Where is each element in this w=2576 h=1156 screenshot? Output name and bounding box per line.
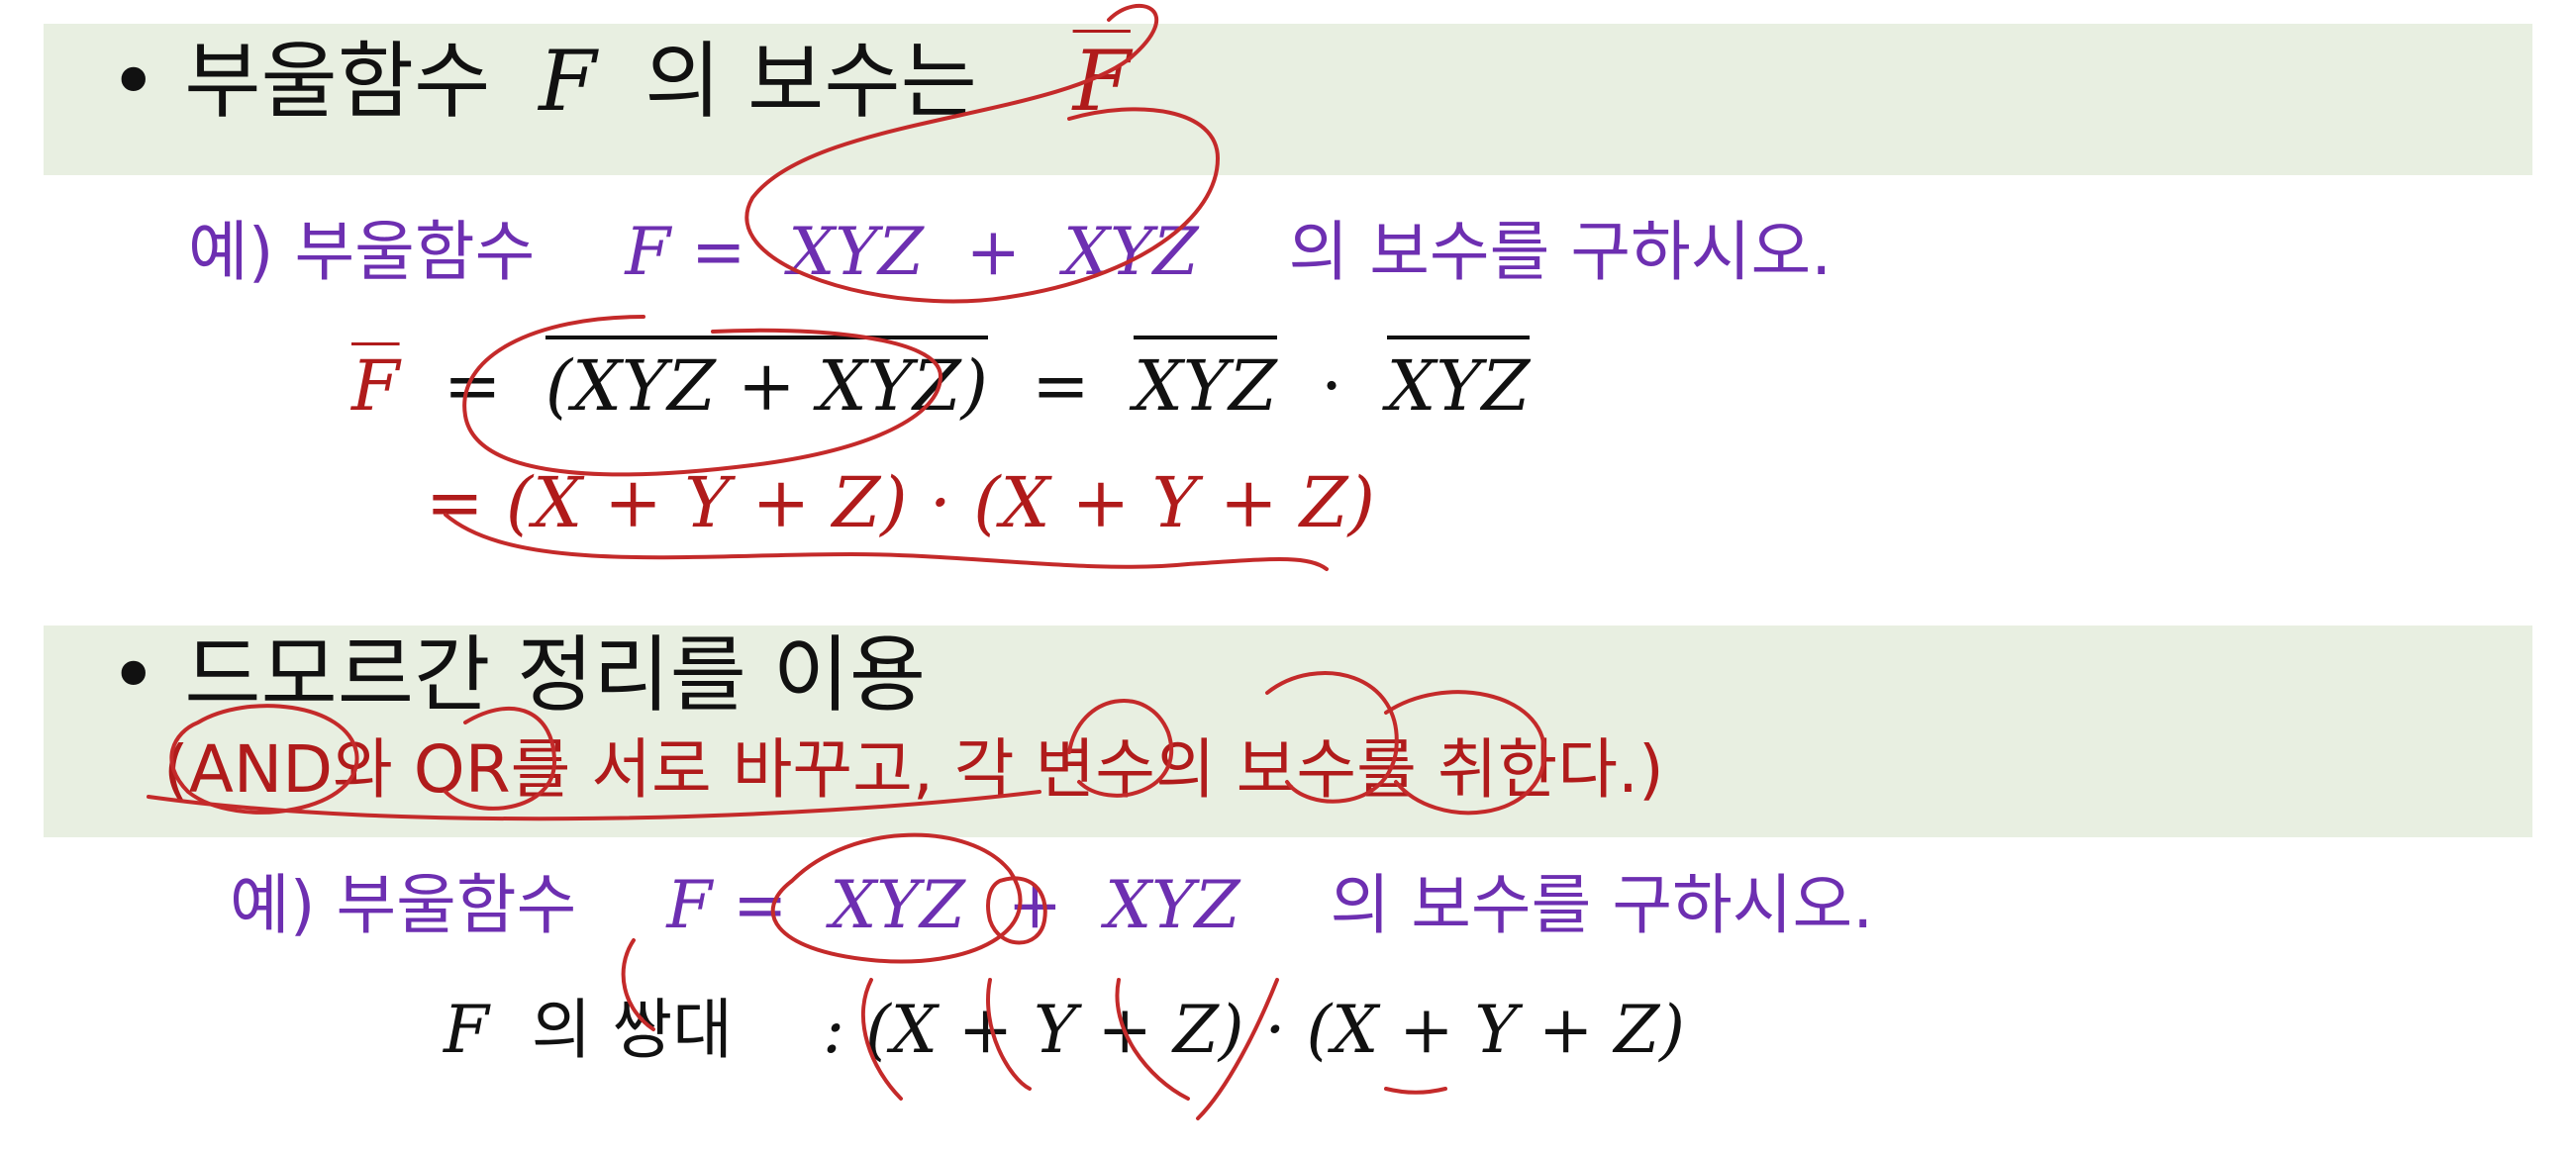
- example-1: 예) 부울함수 F = XYZ + XYZ 의 보수를 구하시오.: [188, 220, 1832, 285]
- heading-de-morgan: • 드모르간 정리를 이용: [109, 633, 926, 717]
- dual-var: F: [444, 992, 489, 1068]
- derivation-lhs: F: [351, 345, 400, 427]
- dual-label: 의 쌍대: [531, 992, 733, 1068]
- ink-dual-underline: [1384, 1087, 1447, 1095]
- expr-term-2: XYZ: [1063, 214, 1199, 290]
- dual-line: F 의 쌍대 : (X + Y + Z) · (X + Y + Z): [444, 998, 1685, 1063]
- derivation-eq-2: =: [1032, 345, 1090, 427]
- derivation-line-1: F = (XYZ + XYZ) = XYZ · XYZ: [351, 336, 1531, 427]
- derivation-dot: ·: [1321, 345, 1343, 427]
- example-suffix: 의 보수를 구하시오.: [1288, 214, 1833, 290]
- derivation-paren-expr: (XYZ + XYZ): [545, 336, 988, 427]
- expr-term-2: XYZ: [1105, 867, 1240, 943]
- expr-lhs: F =: [625, 214, 746, 290]
- heading-complement-symbol: F: [1072, 33, 1131, 130]
- dual-expr: : (X + Y + Z) · (X + Y + Z): [822, 992, 1685, 1068]
- note-text: (AND와 OR를 서로 바꾸고, 각 변수의 보수를 취한다.): [163, 731, 1664, 808]
- heading-text: 부울함수: [184, 33, 491, 130]
- derivation-result: = (X + Y + Z) · (X + Y + Z): [426, 462, 1375, 543]
- bullet: •: [109, 626, 158, 723]
- derivation-line-2: = (X + Y + Z) · (X + Y + Z): [426, 468, 1375, 537]
- example-suffix: 의 보수를 구하시오.: [1330, 867, 1874, 943]
- example-prefix: 예) 부울함수: [230, 867, 577, 943]
- derivation-product-term-1: XYZ: [1134, 336, 1277, 427]
- expr-plus: +: [1007, 867, 1063, 943]
- bullet: •: [109, 33, 158, 130]
- heading-var: F: [539, 33, 597, 130]
- de-morgan-note: (AND와 OR를 서로 바꾸고, 각 변수의 보수를 취한다.): [163, 737, 1664, 803]
- expr-term-1: XYZ: [788, 214, 924, 290]
- example-prefix: 예) 부울함수: [188, 214, 536, 290]
- expr-term-1: XYZ: [830, 867, 965, 943]
- example-2: 예) 부울함수 F = XYZ + XYZ 의 보수를 구하시오.: [230, 873, 1873, 938]
- expr-lhs: F =: [666, 867, 788, 943]
- heading-tail: 의 보수는: [644, 33, 977, 130]
- expr-plus: +: [965, 214, 1022, 290]
- heading-text: 드모르간 정리를 이용: [184, 626, 927, 723]
- heading-complement: • 부울함수 F 의 보수는 F: [109, 40, 1131, 123]
- derivation-product-term-2: XYZ: [1386, 336, 1531, 427]
- derivation-eq-1: =: [443, 345, 502, 427]
